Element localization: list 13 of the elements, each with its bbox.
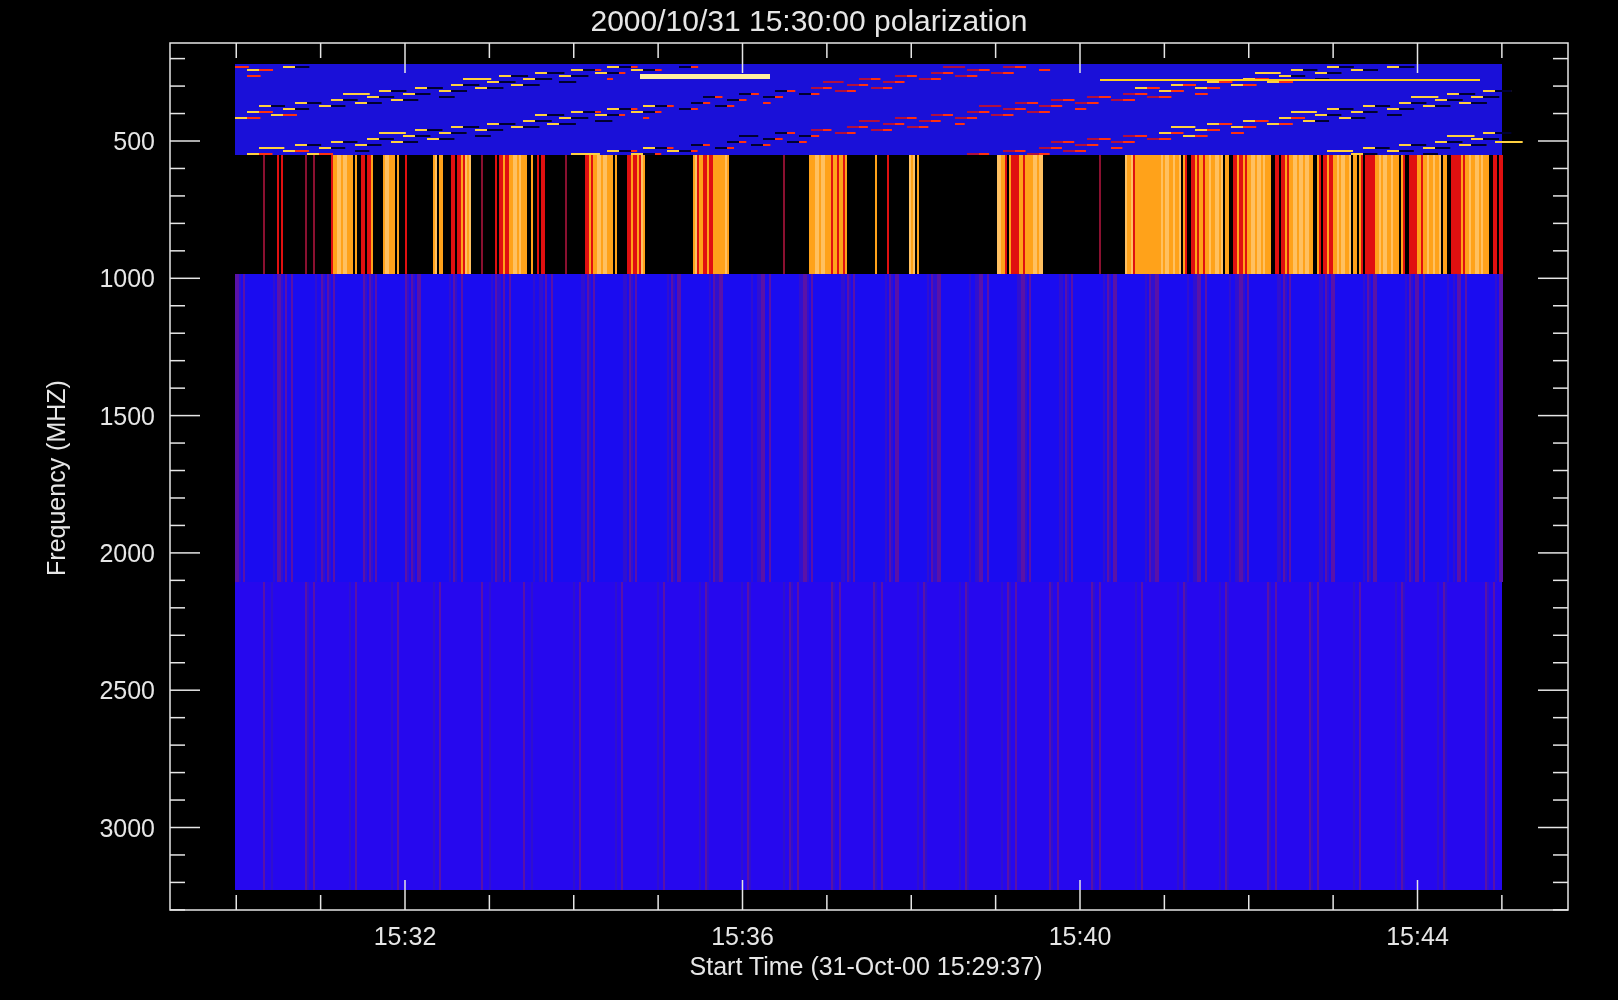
- axis-label: Start Time (31-Oct-00 15:29:37): [689, 952, 1043, 980]
- axis-tick-label: 2500: [99, 676, 155, 705]
- axis-label: Frequency (MHZ): [42, 380, 70, 576]
- axis-tick-label: 500: [113, 127, 155, 155]
- axis-tick-label: 1500: [99, 401, 155, 430]
- axis-tick-label: 15:44: [1386, 922, 1449, 950]
- axis-tick-label: 15:36: [711, 922, 774, 950]
- axis-tick-label: 3000: [99, 813, 155, 842]
- plot-title: 2000/10/31 15:30:00 polarization: [590, 4, 1028, 37]
- axis-tick-label: 15:40: [1048, 922, 1112, 950]
- axis-tick-label: 2000: [99, 538, 155, 567]
- axis-tick-label: 1000: [99, 264, 155, 293]
- axis-tick-label: 15:32: [373, 922, 437, 950]
